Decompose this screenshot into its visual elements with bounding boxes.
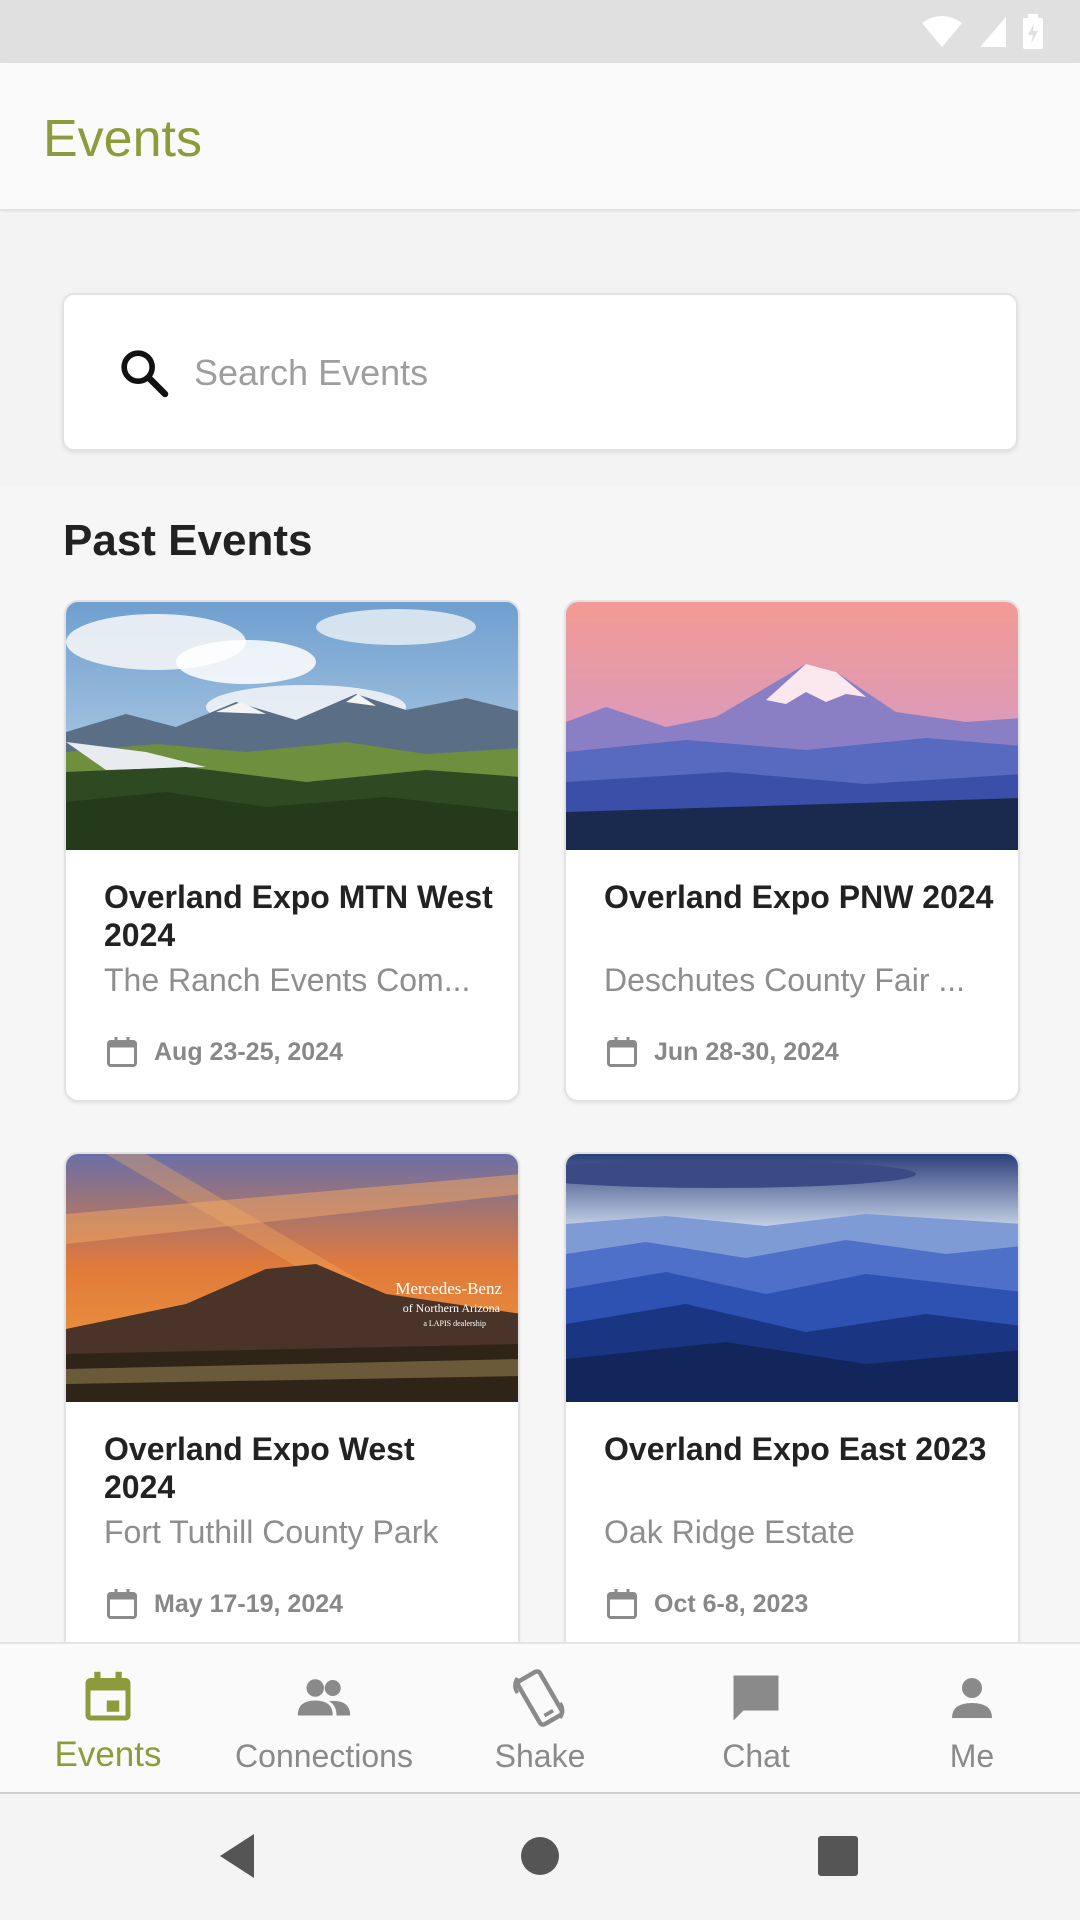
nav-label: Shake	[494, 1738, 586, 1774]
person-icon	[952, 1678, 992, 1718]
event-title: Overland Expo MTN West 2024	[104, 879, 493, 953]
nav-label: Chat	[722, 1738, 790, 1774]
cell-signal-icon	[980, 17, 1006, 47]
battery-icon	[1023, 14, 1043, 49]
nav-label: Events	[54, 1735, 162, 1774]
event-location: The Ranch Events Com...	[104, 962, 471, 998]
calendar-icon	[107, 1037, 137, 1067]
search-input[interactable]	[194, 335, 974, 411]
nav-item-chat[interactable]: Chat	[648, 1644, 864, 1794]
nav-item-shake[interactable]: Shake	[432, 1644, 648, 1794]
event-date-row: Aug 23-25, 2024	[104, 1034, 343, 1070]
event-image-snow-peak	[566, 602, 1018, 850]
event-date-row: Oct 6-8, 2023	[604, 1586, 808, 1622]
event-image-orange-sunset: Mercedes-Benz of Northern Arizona a LAPI…	[66, 1154, 518, 1402]
nav-label: Me	[949, 1738, 995, 1774]
event-title: Overland Expo West 2024	[104, 1431, 415, 1505]
nav-item-connections[interactable]: Connections	[216, 1644, 432, 1794]
event-card[interactable]: Overland Expo PNW 2024 Deschutes County …	[564, 600, 1020, 1102]
status-bar	[0, 0, 1080, 63]
event-image-mountain-meadow	[66, 602, 518, 850]
nav-item-me[interactable]: Me	[864, 1644, 1080, 1794]
system-nav-bar	[0, 1794, 1080, 1920]
image-caption-line2: of Northern Arizona	[403, 1301, 501, 1315]
calendar-icon	[85, 1671, 131, 1721]
event-date-row: May 17-19, 2024	[104, 1586, 343, 1622]
nav-item-events[interactable]: Events	[0, 1644, 216, 1794]
event-title: Overland Expo East 2023	[604, 1431, 987, 1467]
event-date: Jun 28-30, 2024	[654, 1037, 839, 1066]
event-card[interactable]: Overland Expo MTN West 2024 The Ranch Ev…	[64, 600, 520, 1102]
app-bar: Events	[0, 63, 1080, 211]
people-icon	[297, 1679, 351, 1716]
event-image-blue-ridges	[566, 1154, 1018, 1402]
events-content: Past Events Overland Expo MTN West 2024 …	[0, 486, 1080, 1642]
event-location: Deschutes County Fair ...	[604, 962, 966, 998]
event-location: Fort Tuthill County Park	[104, 1514, 439, 1550]
wifi-icon	[922, 16, 962, 47]
event-card[interactable]: Mercedes-Benz of Northern Arizona a LAPI…	[64, 1152, 520, 1642]
back-icon[interactable]	[208, 1826, 268, 1886]
home-icon[interactable]	[510, 1826, 570, 1886]
event-card[interactable]: Overland Expo East 2023 Oak Ridge Estate…	[564, 1152, 1020, 1642]
status-icons	[920, 14, 1044, 50]
event-date-row: Jun 28-30, 2024	[604, 1034, 839, 1070]
calendar-icon	[607, 1037, 637, 1067]
nav-label: Connections	[235, 1738, 413, 1774]
page-title: Events	[43, 110, 202, 168]
image-caption-line1: Mercedes-Benz	[395, 1279, 502, 1298]
chat-icon	[733, 1675, 779, 1721]
calendar-icon	[607, 1589, 637, 1619]
image-caption-line3: a LAPIS dealership	[423, 1319, 486, 1328]
section-title: Past Events	[63, 516, 313, 565]
search-icon	[121, 350, 169, 398]
search-box[interactable]	[62, 293, 1018, 451]
search-area	[0, 213, 1080, 486]
screen: Events Past Events	[0, 0, 1080, 1920]
calendar-icon	[107, 1589, 137, 1619]
event-date: Oct 6-8, 2023	[654, 1589, 809, 1618]
shake-phone-icon	[513, 1669, 565, 1727]
event-date: Aug 23-25, 2024	[154, 1037, 343, 1066]
event-date: May 17-19, 2024	[154, 1589, 344, 1618]
bottom-nav: Events Connections Shake Chat Me	[0, 1642, 1080, 1794]
event-location: Oak Ridge Estate	[604, 1514, 855, 1550]
recents-icon[interactable]	[808, 1826, 868, 1886]
event-title: Overland Expo PNW 2024	[604, 879, 994, 915]
